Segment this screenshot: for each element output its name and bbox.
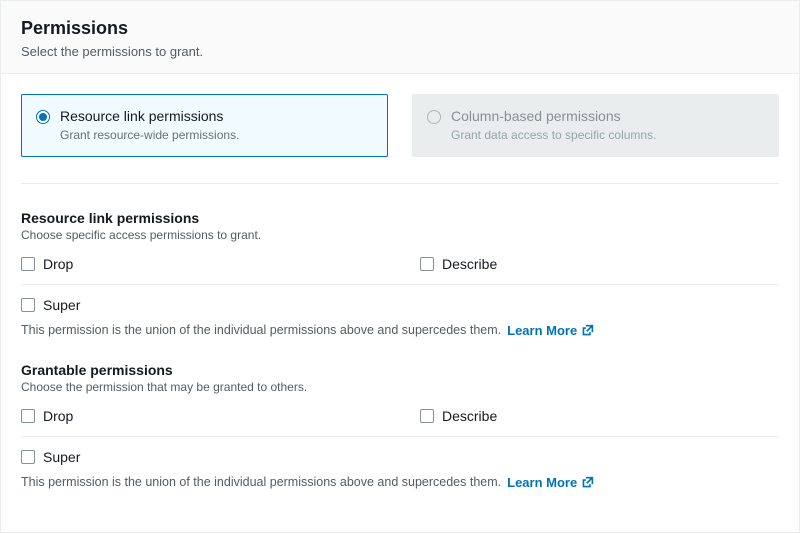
permissions-panel: Permissions Select the permissions to gr… (0, 0, 800, 533)
checkbox-drop-grantable[interactable]: Drop (21, 404, 380, 428)
checkbox-icon (21, 409, 35, 423)
super-note: This permission is the union of the indi… (21, 323, 779, 338)
checkbox-super-grantable[interactable]: Super (21, 445, 779, 469)
checkbox-describe[interactable]: Describe (420, 252, 779, 276)
panel-body: Resource link permissions Grant resource… (1, 74, 799, 509)
tile-label: Resource link permissions (60, 107, 239, 125)
section-title: Grantable permissions (21, 362, 779, 378)
checkbox-icon (420, 409, 434, 423)
external-link-icon (581, 476, 594, 489)
panel-subtitle: Select the permissions to grant. (21, 44, 779, 59)
checkbox-row: Drop Describe (21, 252, 779, 276)
divider (21, 436, 779, 437)
tile-desc: Grant data access to specific columns. (451, 128, 656, 142)
divider (21, 284, 779, 285)
tile-desc: Grant resource-wide permissions. (60, 128, 239, 142)
checkbox-label: Drop (43, 408, 73, 424)
checkbox-icon (21, 450, 35, 464)
checkbox-icon (21, 298, 35, 312)
learn-more-text: Learn More (507, 323, 577, 338)
tile-resource-link[interactable]: Resource link permissions Grant resource… (21, 94, 388, 156)
learn-more-link[interactable]: Learn More (507, 475, 594, 490)
section-title: Resource link permissions (21, 210, 779, 226)
panel-header: Permissions Select the permissions to gr… (1, 1, 799, 74)
radio-icon (36, 110, 50, 124)
checkbox-drop[interactable]: Drop (21, 252, 380, 276)
super-note-text: This permission is the union of the indi… (21, 323, 501, 337)
super-note: This permission is the union of the indi… (21, 475, 779, 490)
grantable-section: Grantable permissions Choose the permiss… (21, 362, 779, 490)
external-link-icon (581, 324, 594, 337)
checkbox-row: Drop Describe (21, 404, 779, 428)
checkbox-label: Super (43, 297, 80, 313)
resource-link-section: Resource link permissions Choose specifi… (21, 210, 779, 338)
divider (21, 183, 779, 184)
permission-type-tiles: Resource link permissions Grant resource… (21, 94, 779, 156)
learn-more-text: Learn More (507, 475, 577, 490)
tile-label: Column-based permissions (451, 107, 656, 125)
panel-title: Permissions (21, 17, 779, 40)
checkbox-label: Describe (442, 256, 497, 272)
checkbox-label: Describe (442, 408, 497, 424)
section-desc: Choose specific access permissions to gr… (21, 228, 779, 242)
checkbox-super[interactable]: Super (21, 293, 779, 317)
checkbox-label: Super (43, 449, 80, 465)
learn-more-link[interactable]: Learn More (507, 323, 594, 338)
section-desc: Choose the permission that may be grante… (21, 380, 779, 394)
checkbox-describe-grantable[interactable]: Describe (420, 404, 779, 428)
checkbox-label: Drop (43, 256, 73, 272)
radio-icon (427, 110, 441, 124)
checkbox-icon (21, 257, 35, 271)
super-note-text: This permission is the union of the indi… (21, 475, 501, 489)
tile-column-based: Column-based permissions Grant data acce… (412, 94, 779, 156)
checkbox-icon (420, 257, 434, 271)
